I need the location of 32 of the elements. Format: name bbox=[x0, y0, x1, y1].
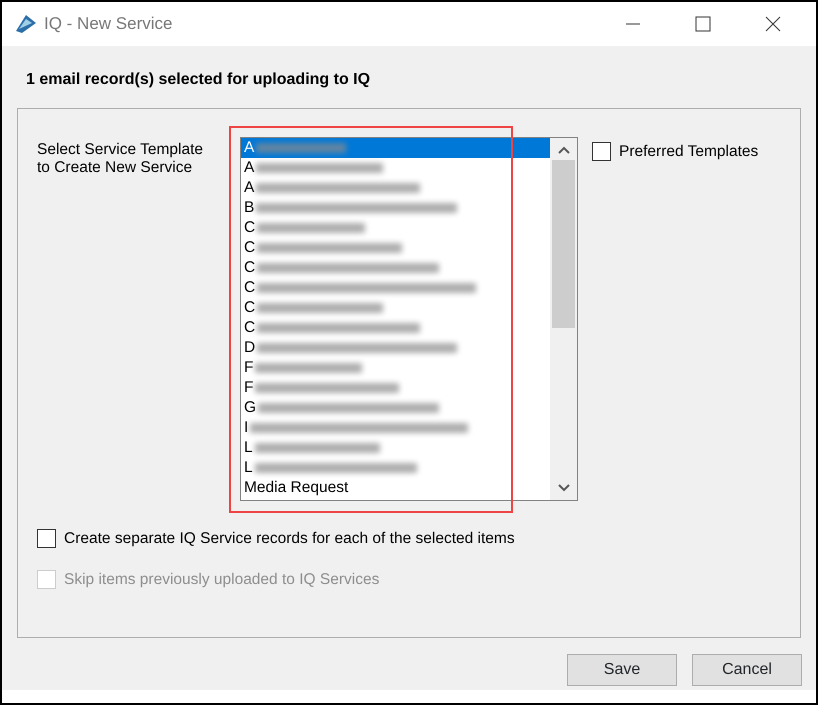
scrollbar[interactable] bbox=[550, 138, 577, 500]
list-item[interactable]: Media Request bbox=[241, 478, 550, 498]
checkbox-label: Preferred Templates bbox=[619, 142, 758, 162]
list-item[interactable]: G bbox=[241, 398, 550, 418]
list-item[interactable]: C bbox=[241, 258, 550, 278]
list-item[interactable]: F bbox=[241, 358, 550, 378]
window-title: IQ - New Service bbox=[44, 13, 172, 36]
scroll-thumb[interactable] bbox=[552, 160, 575, 328]
list-item[interactable]: C bbox=[241, 318, 550, 338]
list-item[interactable]: B bbox=[241, 198, 550, 218]
list-item[interactable]: F bbox=[241, 378, 550, 398]
list-item[interactable]: L bbox=[241, 458, 550, 478]
list-item[interactable]: A bbox=[241, 158, 550, 178]
list-item[interactable]: D bbox=[241, 338, 550, 358]
dialog-button[interactable]: Cancel bbox=[692, 654, 802, 686]
checkbox[interactable] bbox=[37, 529, 56, 548]
list-item[interactable]: C bbox=[241, 278, 550, 298]
checkbox-label: Create separate IQ Service records for each of the selected items bbox=[64, 529, 515, 549]
list-item[interactable]: A bbox=[241, 138, 550, 158]
list-item[interactable]: I bbox=[241, 418, 550, 438]
list-item[interactable]: L bbox=[241, 438, 550, 458]
list-item[interactable]: A bbox=[241, 178, 550, 198]
checkbox-label: Skip items previously uploaded to IQ Services bbox=[64, 570, 380, 590]
list-item[interactable]: C bbox=[241, 218, 550, 238]
checkbox[interactable] bbox=[592, 142, 611, 162]
dialog-button[interactable]: Save bbox=[567, 654, 677, 686]
list-item[interactable]: C bbox=[241, 238, 550, 258]
list-item[interactable]: C bbox=[241, 298, 550, 318]
selection-summary: 1 email record(s) selected for uploading to IQ bbox=[25, 70, 372, 90]
template-label: Select Service Template to Create New Service bbox=[37, 140, 204, 178]
template-listbox[interactable]: A A A B C C C C C C D F F G I L L Media Request bbox=[240, 137, 578, 501]
app-logo-icon bbox=[14, 13, 38, 35]
